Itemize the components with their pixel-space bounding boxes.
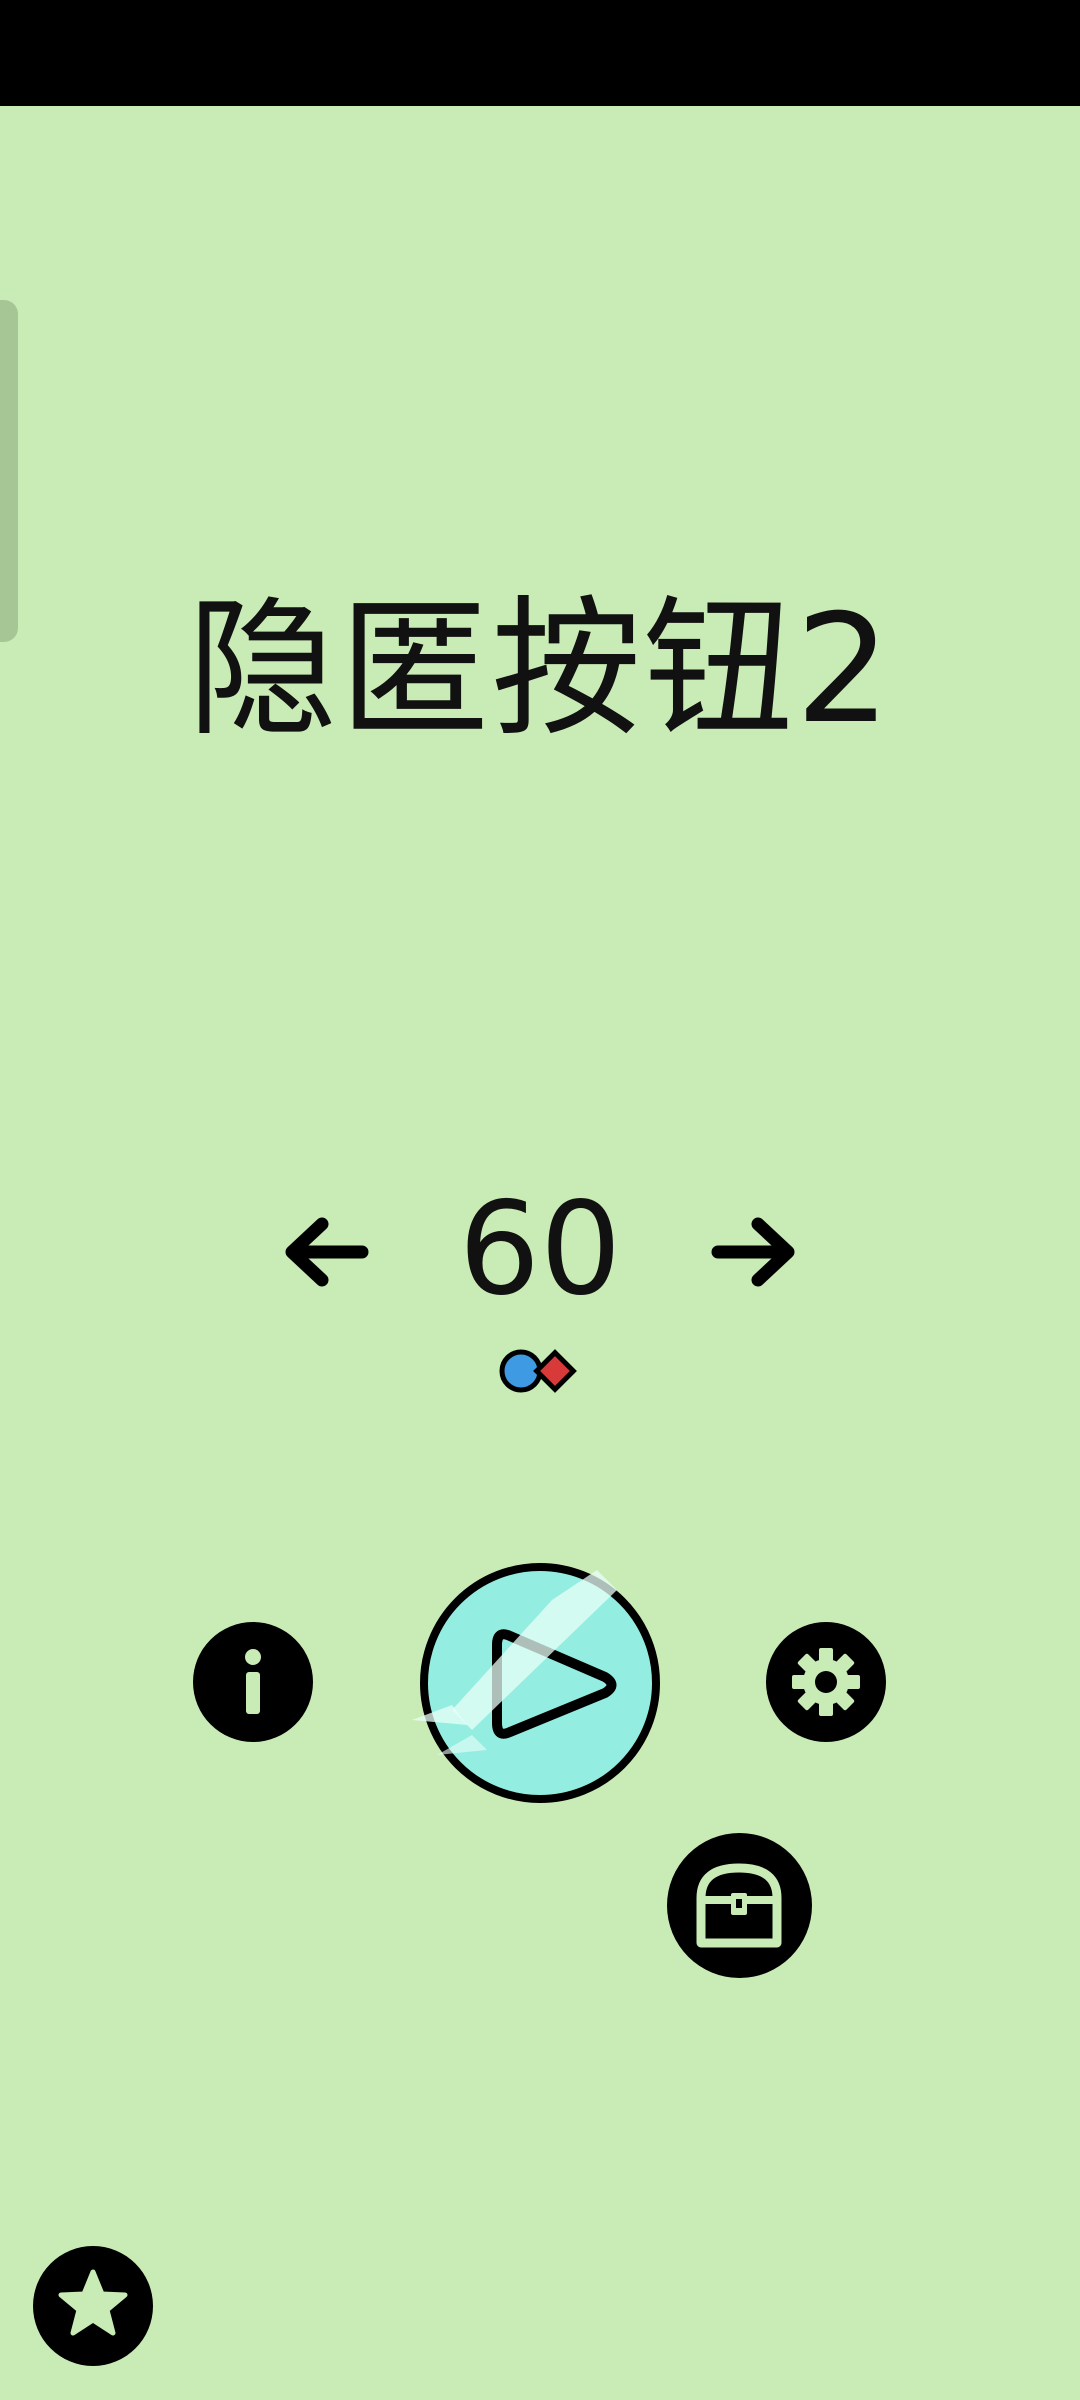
play-button[interactable] <box>392 1560 692 1810</box>
level-number: 60 <box>458 1175 622 1324</box>
gear-icon <box>792 1648 860 1716</box>
arrow-right-icon <box>711 1217 795 1287</box>
favorites-button[interactable] <box>33 2246 153 2366</box>
play-icon <box>412 1563 660 1803</box>
info-button[interactable] <box>193 1622 313 1742</box>
treasure-chest-button[interactable] <box>667 1833 812 1978</box>
mode-indicator <box>490 1340 590 1400</box>
info-icon <box>245 1649 261 1714</box>
game-title: 隐匿按钮2 <box>187 583 893 757</box>
status-bar <box>0 0 1080 106</box>
previous-level-button[interactable] <box>280 1200 370 1304</box>
red-diamond-icon <box>533 1349 577 1393</box>
treasure-chest-icon <box>696 1863 782 1948</box>
arrow-left-icon <box>285 1217 369 1287</box>
next-level-button[interactable] <box>710 1200 800 1304</box>
star-icon <box>58 2269 128 2336</box>
settings-button[interactable] <box>766 1622 886 1742</box>
